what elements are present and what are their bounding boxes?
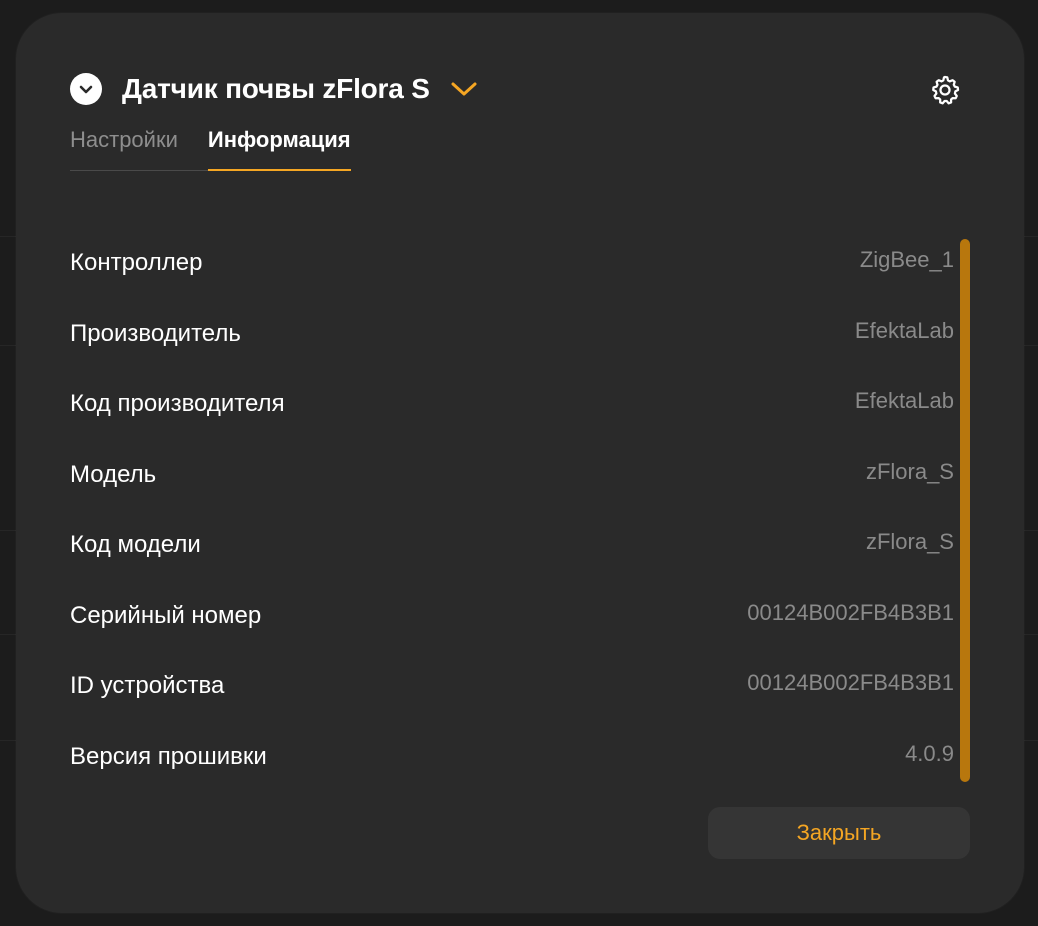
info-label: Серийный номер	[70, 601, 262, 629]
tab-settings[interactable]: Настройки	[70, 123, 178, 170]
info-value: 4.0.9	[905, 740, 954, 766]
info-row-manufacturer: Производитель EfektaLab	[70, 306, 954, 377]
info-value: zFlora_S	[865, 458, 954, 484]
info-value: 00124B002FB4B3B1	[747, 599, 954, 625]
close-button[interactable]: Закрыть	[708, 807, 970, 859]
chevron-down-icon	[79, 85, 93, 94]
tab-information[interactable]: Информация	[207, 123, 351, 171]
info-value: EfektaLab	[854, 388, 954, 413]
device-info-dialog: Датчик почвы zFlora S Настройки Информац…	[16, 13, 1024, 913]
info-row-serial-number: Серийный номер 00124B002FB4B3B1	[70, 588, 954, 659]
info-list: Контроллер ZigBee_1 Производитель Efekta…	[70, 235, 954, 799]
info-value: EfektaLab	[854, 317, 954, 343]
info-label: Код производителя	[70, 390, 285, 417]
info-row-manufacturer-code: Код производителя EfektaLab	[70, 376, 954, 447]
info-value: zFlora_S	[865, 529, 954, 554]
info-value: ZigBee_1	[859, 247, 954, 272]
dialog-header: Датчик почвы zFlora S	[70, 69, 480, 109]
info-label: ID устройства	[70, 672, 225, 699]
scrollbar-thumb[interactable]	[960, 239, 970, 782]
info-label: Версия прошивки	[70, 742, 267, 770]
collapse-button[interactable]	[70, 73, 102, 105]
device-title: Датчик почвы zFlora S	[122, 73, 430, 104]
info-label: Контроллер	[70, 249, 203, 276]
tab-bar: Настройки Информация	[70, 123, 351, 171]
info-row-model: Модель zFlora_S	[70, 447, 954, 518]
info-row-controller: Контроллер ZigBee_1	[70, 235, 954, 306]
info-row-firmware-version: Версия прошивки 4.0.9	[70, 729, 954, 800]
info-label: Модель	[70, 460, 157, 488]
info-value: 00124B002FB4B3B1	[747, 670, 954, 695]
info-label: Код модели	[70, 531, 201, 558]
info-row-model-code: Код модели zFlora_S	[70, 517, 954, 588]
info-row-device-id: ID устройства 00124B002FB4B3B1	[70, 658, 954, 729]
chevron-down-icon	[451, 82, 477, 96]
info-label: Производитель	[70, 319, 241, 347]
settings-button[interactable]	[926, 71, 964, 109]
device-dropdown-button[interactable]	[448, 73, 480, 105]
gear-icon	[932, 75, 960, 105]
